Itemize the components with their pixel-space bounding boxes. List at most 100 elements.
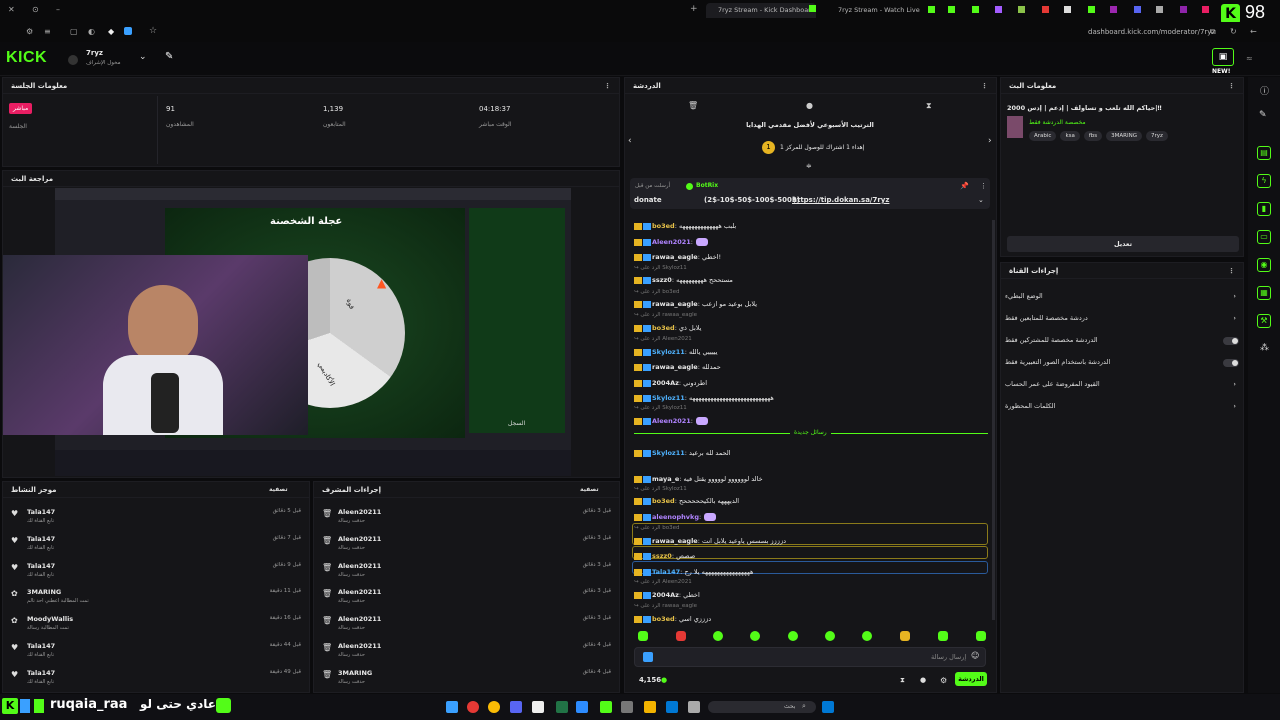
list-item-user[interactable]: 3MARING — [27, 588, 61, 596]
chevron-down-icon[interactable]: ≑ — [806, 162, 812, 170]
account-age-row[interactable]: القيود المفروضة على عمر الحساب › — [1005, 380, 1240, 388]
chat-message[interactable]: bo3ed: دزززي اسي — [634, 615, 984, 623]
app-icon[interactable] — [688, 701, 700, 713]
app-icon[interactable] — [666, 701, 678, 713]
quick-emote-icon[interactable] — [900, 631, 910, 641]
chat-username[interactable]: bo3ed — [652, 222, 675, 230]
pinned-link[interactable]: https://tip.dokan.sa/7ryz — [792, 196, 889, 204]
chat-username[interactable]: maya_e — [652, 475, 679, 483]
chat-message[interactable]: rawaa_eagle: اخطي! — [634, 253, 984, 261]
bookmark-star-icon[interactable]: ☆ — [149, 26, 157, 36]
chat-message[interactable]: aleenophvkg: — [634, 513, 984, 521]
tab-kick-dashboard[interactable]: 7ryz Stream - Kick Dashboard — [706, 3, 816, 18]
chevron-right-icon[interactable]: › — [988, 136, 992, 146]
chat-username[interactable]: 2004Az — [652, 591, 679, 599]
followers-only-row[interactable]: دردشة مخصصة للمتابعين فقط › — [1005, 314, 1240, 322]
record-icon[interactable]: ⊙ — [32, 5, 39, 14]
quick-emote-icon[interactable] — [788, 631, 798, 641]
list-item[interactable]: ♥ Tala147 تابع القناة لك قبل 7 دقائق — [3, 533, 309, 557]
app-icon[interactable] — [600, 701, 612, 713]
refresh-icon[interactable]: ↻ — [1230, 27, 1237, 36]
list-item[interactable]: 🗑 3MARING حذفت رسالة قبل 4 دقائق — [314, 667, 619, 691]
chat-username[interactable]: bo3ed — [652, 324, 675, 332]
tab-kick-watch[interactable]: 7ryz Stream - Watch Live on Ki — [826, 3, 922, 18]
trash-icon[interactable]: 🗑 — [688, 101, 698, 110]
more-icon[interactable]: ⋮ — [981, 78, 988, 94]
list-item[interactable]: 🗑 Aleen20211 حذفت رسالة قبل 3 دقائق — [314, 533, 619, 557]
app-icon[interactable] — [621, 701, 633, 713]
app-icon[interactable] — [510, 701, 522, 713]
slow-mode-row[interactable]: الوضع البطيء › — [1005, 292, 1240, 300]
list-item-user[interactable]: Aleen20211 — [338, 535, 381, 543]
taskbar-search[interactable]: بحث ⌕ — [708, 701, 816, 713]
quick-emote-icon[interactable] — [938, 631, 948, 641]
close-icon[interactable]: ✕ — [8, 5, 15, 14]
list-item[interactable]: ✿ MoodyWallis تمت المطالبة رسالة قبل 16 دقي… — [3, 613, 309, 637]
chat-message[interactable]: maya_e: خالد لوووووو لووووو يقتل فيه — [634, 475, 984, 483]
windows-start-icon[interactable] — [822, 701, 834, 713]
chat-username[interactable]: rawaa_eagle — [652, 363, 698, 371]
chat-message[interactable]: rawaa_eagle: حمدلله — [634, 363, 984, 371]
new-tab-icon[interactable]: + — [690, 4, 698, 14]
more-icon[interactable]: ⋮ — [980, 182, 987, 190]
menu-icon[interactable]: ≈ — [1246, 54, 1253, 63]
chat-username[interactable]: Skyloz11 — [652, 394, 685, 402]
extension-icon[interactable]: ≡ — [44, 27, 51, 36]
list-item[interactable]: 🗑 Aleen20211 حذفت رسالة قبل 3 دقائق — [314, 506, 619, 530]
tab-favicon-icon[interactable] — [995, 6, 1002, 13]
chat-username[interactable]: rawaa_eagle — [652, 253, 698, 261]
list-item[interactable]: ♥ Tala147 تابع القناة لك قبل 5 دقائق — [3, 506, 309, 530]
chat-username[interactable]: Skyloz11 — [652, 348, 685, 356]
list-item[interactable]: 🗑 Aleen20211 حذفت رسالة قبل 3 دقائق — [314, 613, 619, 637]
list-item-user[interactable]: Aleen20211 — [338, 615, 381, 623]
chat-message[interactable]: Skyloz11: هههههههههههههههههههههههههههه — [634, 394, 984, 402]
chat-bubble-icon[interactable]: ● — [920, 676, 926, 684]
extension-icon[interactable]: ▢ — [70, 27, 78, 36]
tab-favicon-icon[interactable] — [1088, 6, 1095, 13]
chat-message[interactable]: bo3ed: الديهههه بالكيحححححح — [634, 497, 984, 505]
chrome-icon[interactable] — [488, 701, 500, 713]
tab-favicon-icon[interactable] — [928, 6, 935, 13]
list-item[interactable]: ✿ 3MARING تمت المطالبة اعطني احد تالم قبل 1… — [3, 586, 309, 610]
chevron-down-icon[interactable]: ⌄ — [978, 196, 984, 204]
list-item[interactable]: 🗑 Aleen20211 حذفت رسالة قبل 3 دقائق — [314, 560, 619, 584]
list-item-user[interactable]: 3MARING — [338, 669, 372, 677]
chat-scrollbar[interactable] — [992, 220, 995, 620]
chevron-left-icon[interactable]: ‹ — [628, 136, 632, 146]
chat-icon[interactable]: ▭ — [1257, 230, 1271, 244]
info-icon[interactable]: ⓘ — [1260, 84, 1269, 97]
hourglass-icon[interactable]: ⧗ — [926, 101, 932, 111]
tab-favicon-icon[interactable] — [1156, 6, 1163, 13]
copy-icon[interactable]: ⧉ — [1210, 27, 1216, 37]
quick-emote-icon[interactable] — [750, 631, 760, 641]
list-item-user[interactable]: Tala147 — [27, 642, 55, 650]
list-item-user[interactable]: MoodyWallis — [27, 615, 73, 623]
extension-icon[interactable]: ⚙ — [26, 27, 33, 36]
subscribers-only-toggle[interactable] — [1223, 337, 1239, 345]
app-icon[interactable] — [576, 701, 588, 713]
app-icon[interactable] — [446, 701, 458, 713]
chat-input[interactable]: إرسال رسالة ☺ — [634, 647, 986, 667]
list-item-user[interactable]: Tala147 — [27, 508, 55, 516]
list-item[interactable]: ♥ Tala147 تابع القناة لك قبل 44 دقيقة — [3, 640, 309, 664]
back-icon[interactable]: ← — [1250, 27, 1257, 36]
quick-emote-icon[interactable] — [976, 631, 986, 641]
category-name[interactable]: مخصصة الدردشة فقط — [1029, 119, 1086, 126]
quick-emote-icon[interactable] — [713, 631, 723, 641]
list-item-user[interactable]: Aleen20211 — [338, 562, 381, 570]
folder-icon[interactable] — [644, 701, 656, 713]
chat-username[interactable]: Aleen2021 — [652, 238, 691, 246]
chat-message[interactable]: Tala147: ههههههههههههههههه يلا رح — [634, 568, 984, 576]
list-item[interactable]: ♥ Tala147 تابع القناة لك قبل 9 دقائق — [3, 560, 309, 584]
tab-favicon-icon[interactable] — [1110, 6, 1117, 13]
broadcast-icon[interactable]: ◉ — [1257, 258, 1271, 272]
more-icon[interactable]: ⋮ — [1228, 78, 1235, 94]
more-icon[interactable]: ⋮ — [1228, 263, 1235, 279]
tab-favicon-icon[interactable] — [1180, 6, 1187, 13]
bolt-icon[interactable]: ϟ — [1257, 174, 1271, 188]
quick-emote-icon[interactable] — [638, 631, 648, 641]
chat-username[interactable]: sszz0 — [652, 552, 672, 560]
gear-icon[interactable]: ⚙ — [940, 676, 947, 685]
extension-icon[interactable]: ◐ — [88, 27, 95, 36]
tab-favicon-icon[interactable] — [1042, 6, 1049, 13]
